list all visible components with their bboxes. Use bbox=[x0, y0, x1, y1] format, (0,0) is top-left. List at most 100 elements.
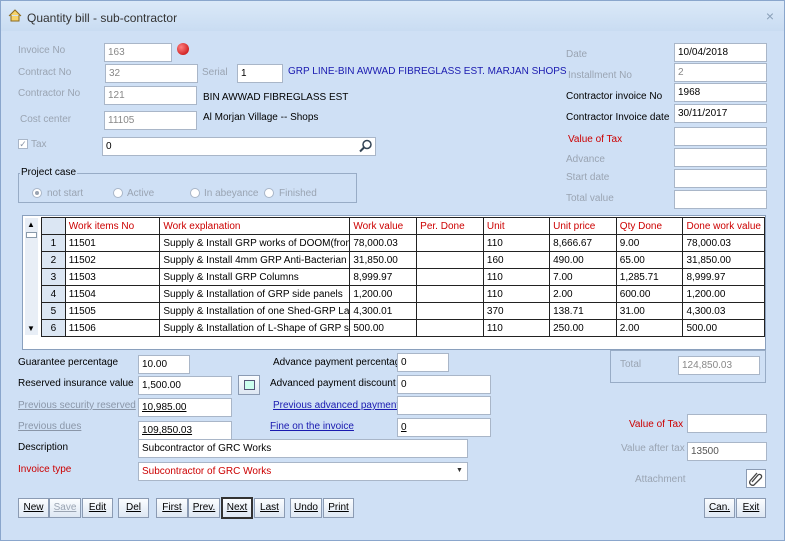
radio-active[interactable] bbox=[113, 188, 123, 198]
cell-unit[interactable]: 110 bbox=[482, 268, 551, 286]
serial-field[interactable]: 1 bbox=[237, 64, 283, 83]
adv-pct-field[interactable]: 0 bbox=[397, 353, 449, 372]
scroll-up-icon[interactable]: ▲ bbox=[27, 220, 35, 229]
col-per-done[interactable]: Per. Done bbox=[416, 217, 484, 235]
cell-per-done[interactable] bbox=[416, 268, 484, 286]
table-row[interactable]: 3 11503 Supply & Install GRP Columns 8,999.… bbox=[41, 268, 765, 286]
cell-done-work-value[interactable]: 78,000.03 bbox=[682, 234, 765, 252]
prev-security-label[interactable]: Previous security reserved bbox=[18, 400, 136, 411]
cell-work-value[interactable]: 500.00 bbox=[349, 319, 418, 337]
cell-qty-done[interactable]: 1,285.71 bbox=[615, 268, 684, 286]
undo-button[interactable]: Undo bbox=[290, 498, 322, 518]
prev-dues-label[interactable]: Previous dues bbox=[18, 421, 81, 432]
cell-unit[interactable]: 110 bbox=[482, 285, 551, 303]
contractor-invoice-date-field[interactable]: 30/11/2017 bbox=[674, 104, 767, 123]
cell-qty-done[interactable]: 65.00 bbox=[615, 251, 684, 269]
cell-work-explanation[interactable]: Supply & Installation of GRP side panels bbox=[159, 285, 351, 303]
prev-security-field[interactable]: 10,985.00 bbox=[138, 398, 232, 417]
cell-qty-done[interactable]: 600.00 bbox=[615, 285, 684, 303]
cell-unit-price[interactable]: 250.00 bbox=[549, 319, 617, 337]
contract-no-field[interactable]: 32 bbox=[105, 64, 198, 83]
tax-field[interactable]: 0 bbox=[102, 137, 376, 156]
cell-unit[interactable]: 160 bbox=[482, 251, 551, 269]
exit-button[interactable]: Exit bbox=[736, 498, 766, 518]
tax-value-field[interactable] bbox=[687, 414, 767, 433]
cell-unit[interactable]: 110 bbox=[482, 319, 551, 337]
reserved-field[interactable]: 1,500.00 bbox=[138, 376, 232, 395]
cell-work-items-no[interactable]: 11506 bbox=[64, 319, 161, 337]
save-button[interactable]: Save bbox=[49, 498, 81, 518]
table-row[interactable]: 6 11506 Supply & Installation of L-Shape o… bbox=[41, 319, 765, 337]
new-button[interactable]: New bbox=[18, 498, 49, 518]
col-work-items-no[interactable]: Work items No bbox=[64, 217, 161, 235]
cell-work-value[interactable]: 31,850.00 bbox=[349, 251, 418, 269]
col-qty-done[interactable]: Qty Done bbox=[615, 217, 684, 235]
cell-unit-price[interactable]: 138.71 bbox=[549, 302, 617, 320]
cell-unit-price[interactable]: 8,666.67 bbox=[549, 234, 617, 252]
first-button[interactable]: First bbox=[156, 498, 188, 518]
row-number[interactable]: 6 bbox=[41, 319, 66, 337]
cell-work-value[interactable]: 4,300.01 bbox=[349, 302, 418, 320]
radio-finished[interactable] bbox=[264, 188, 274, 198]
next-button[interactable]: Next bbox=[221, 497, 253, 519]
cell-work-explanation[interactable]: Supply & Install 4mm GRP Anti-Bacterian … bbox=[159, 251, 351, 269]
cell-done-work-value[interactable]: 500.00 bbox=[682, 319, 765, 337]
value-of-tax-field[interactable] bbox=[674, 127, 767, 146]
cell-done-work-value[interactable]: 4,300.03 bbox=[682, 302, 765, 320]
description-field[interactable]: Subcontractor of GRC Works bbox=[138, 439, 468, 458]
row-number[interactable]: 5 bbox=[41, 302, 66, 320]
cell-done-work-value[interactable]: 31,850.00 bbox=[682, 251, 765, 269]
delete-button[interactable]: Del bbox=[118, 498, 149, 518]
tax-checkbox[interactable]: ✓ bbox=[18, 139, 28, 149]
invoice-no-field[interactable]: 163 bbox=[104, 43, 172, 62]
installment-field[interactable]: 2 bbox=[674, 63, 767, 82]
cell-qty-done[interactable]: 31.00 bbox=[615, 302, 684, 320]
prev-adv-field[interactable] bbox=[397, 396, 491, 415]
row-number[interactable]: 2 bbox=[41, 251, 66, 269]
col-unit-price[interactable]: Unit price bbox=[549, 217, 617, 235]
attachment-button[interactable] bbox=[746, 469, 766, 488]
cell-work-value[interactable]: 8,999.97 bbox=[349, 268, 418, 286]
cell-qty-done[interactable]: 9.00 bbox=[615, 234, 684, 252]
last-button[interactable]: Last bbox=[254, 498, 285, 518]
fine-field[interactable]: 0 bbox=[397, 418, 491, 437]
cost-center-field[interactable]: 11105 bbox=[104, 111, 197, 130]
calculator-button[interactable] bbox=[238, 375, 260, 395]
col-work-value[interactable]: Work value bbox=[349, 217, 418, 235]
row-number[interactable]: 4 bbox=[41, 285, 66, 303]
cell-work-items-no[interactable]: 11505 bbox=[64, 302, 161, 320]
cell-work-explanation[interactable]: Supply & Installation of one Shed-GRP La… bbox=[159, 302, 351, 320]
cell-work-items-no[interactable]: 11504 bbox=[64, 285, 161, 303]
edit-button[interactable]: Edit bbox=[82, 498, 113, 518]
adv-disc-field[interactable]: 0 bbox=[397, 375, 491, 394]
scroll-thumb[interactable] bbox=[26, 232, 37, 238]
col-work-explanation[interactable]: Work explanation bbox=[159, 217, 351, 235]
contractor-no-field[interactable]: 121 bbox=[104, 86, 197, 105]
row-number[interactable]: 3 bbox=[41, 268, 66, 286]
row-number[interactable]: 1 bbox=[41, 234, 66, 252]
grid-scrollbar[interactable]: ▲ ▼ bbox=[25, 218, 38, 335]
advance-field[interactable] bbox=[674, 148, 767, 167]
prev-button[interactable]: Prev. bbox=[188, 498, 220, 518]
prev-dues-field[interactable]: 109,850.03 bbox=[138, 421, 232, 440]
print-button[interactable]: Print bbox=[323, 498, 354, 518]
guarantee-field[interactable]: 10.00 bbox=[138, 355, 190, 374]
cell-per-done[interactable] bbox=[416, 302, 484, 320]
cell-per-done[interactable] bbox=[416, 319, 484, 337]
table-row[interactable]: 1 11501 Supply & Install GRP works of DOOM… bbox=[41, 234, 765, 252]
cell-unit-price[interactable]: 2.00 bbox=[549, 285, 617, 303]
cell-unit[interactable]: 110 bbox=[482, 234, 551, 252]
fine-label[interactable]: Fine on the invoice bbox=[270, 421, 354, 432]
radio-not-start[interactable] bbox=[32, 188, 42, 198]
cell-unit-price[interactable]: 490.00 bbox=[549, 251, 617, 269]
cell-work-explanation[interactable]: Supply & Install GRP Columns bbox=[159, 268, 351, 286]
cell-done-work-value[interactable]: 1,200.00 bbox=[682, 285, 765, 303]
total-value-field[interactable] bbox=[674, 190, 767, 209]
cell-work-value[interactable]: 78,000.03 bbox=[349, 234, 418, 252]
date-field[interactable]: 10/04/2018 bbox=[674, 43, 767, 62]
radio-in-abeyance[interactable] bbox=[190, 188, 200, 198]
cell-per-done[interactable] bbox=[416, 251, 484, 269]
col-unit[interactable]: Unit bbox=[482, 217, 551, 235]
cell-unit[interactable]: 370 bbox=[482, 302, 551, 320]
contractor-invoice-no-field[interactable]: 1968 bbox=[674, 83, 767, 102]
